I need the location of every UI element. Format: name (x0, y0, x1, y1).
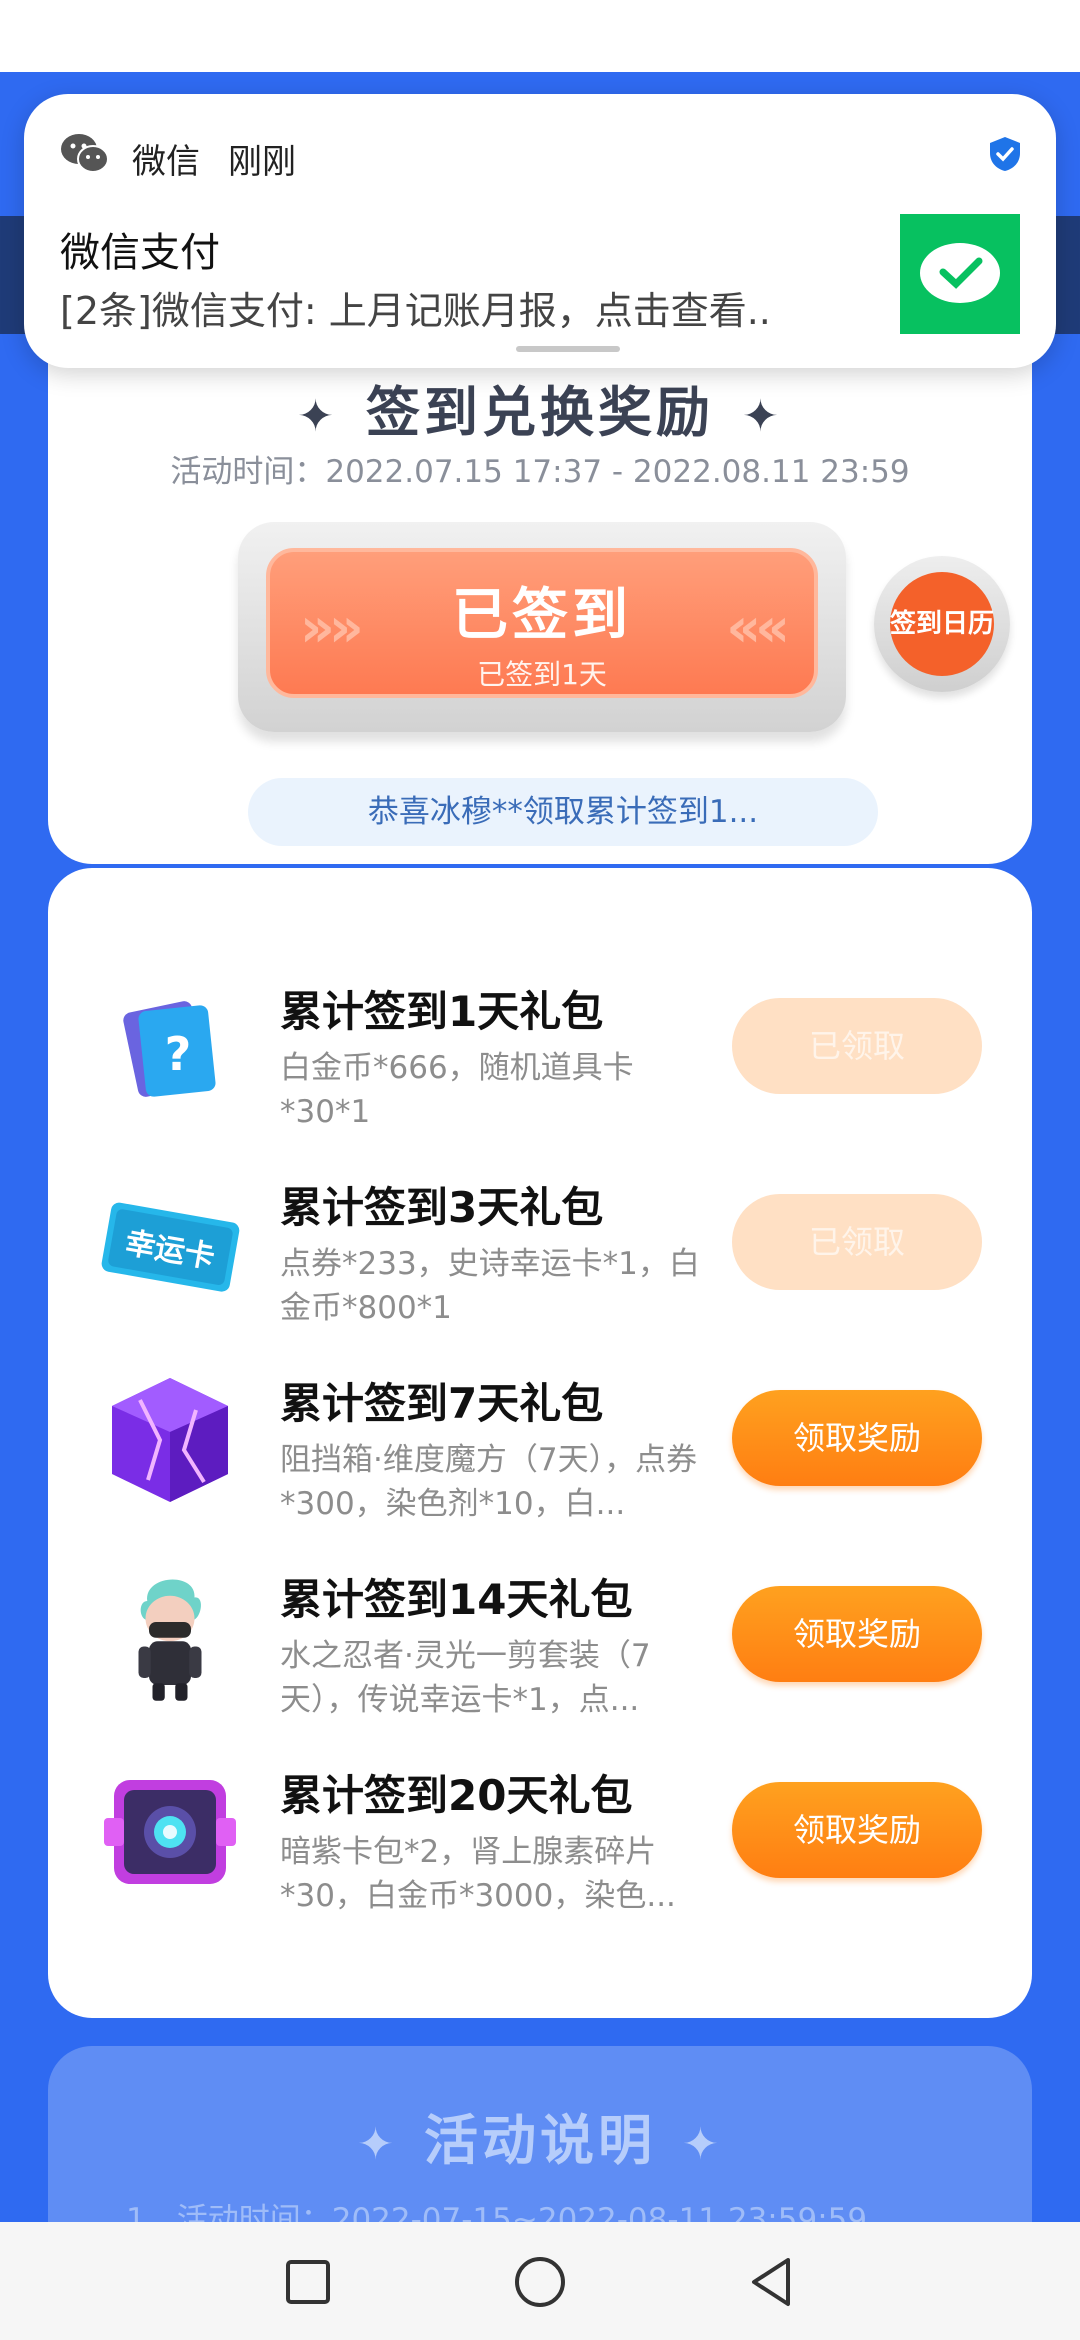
recents-square-icon[interactable] (278, 2252, 338, 2312)
claim-reward-button[interactable]: 领取奖励 (732, 1782, 982, 1878)
sparkle-icon: ✦ (297, 390, 338, 442)
signed-days-label: 已签到1天 (477, 658, 607, 691)
wechat-pay-check-icon (920, 243, 1000, 303)
svg-text:?: ? (165, 1027, 192, 1081)
sparkle-icon: ✦ (357, 2118, 398, 2170)
signin-calendar-label: 签到 日历 (890, 572, 994, 676)
reward-item-3day: 幸运卡 累计签到3天礼包 点券*233，史诗幸运卡*1，白金币*800*1 已领… (48, 1174, 1032, 1364)
question-card-icon: ? (123, 1001, 216, 1097)
reward-desc: 水之忍者·灵光一剪套装（7天），传说幸运卡*1，点... (280, 1638, 651, 1718)
wechat-notification[interactable]: 微信 刚刚 微信支付 [2条]微信支付: 上月记账月报，点击查看.. (24, 94, 1056, 368)
reward-name: 累计签到20天礼包 (280, 1771, 633, 1820)
reward-name: 累计签到3天礼包 (280, 1183, 604, 1232)
reward-item-20day: 累计签到20天礼包 暗紫卡包*2，肾上腺素碎片*30，白金币*3000，染色..… (48, 1762, 1032, 1952)
reward-claimed-button[interactable]: 已领取 (732, 998, 982, 1094)
notification-title: 微信支付 (60, 230, 220, 276)
home-circle-icon[interactable] (510, 2252, 570, 2312)
reward-name: 累计签到1天礼包 (280, 987, 604, 1036)
signin-panel: ✦ 签到兑换奖励 ✦ 活动时间：2022.07.15 17:37 - 2022.08… (48, 340, 1032, 864)
signed-in-button[interactable]: »» «« 已签到 已签到1天 (238, 522, 846, 732)
reward-item-14day: 累计签到14天礼包 水之忍者·灵光一剪套装（7天），传说幸运卡*1，点... 领… (48, 1566, 1032, 1756)
signed-in-button-face[interactable]: »» «« 已签到 已签到1天 (266, 548, 818, 698)
system-navigation-bar (0, 2222, 1080, 2340)
claim-reward-button[interactable]: 领取奖励 (732, 1586, 982, 1682)
notification-body: [2条]微信支付: 上月记账月报，点击查看.. (60, 289, 771, 333)
purple-cube-icon (112, 1378, 228, 1502)
signin-calendar-button[interactable]: 签到 日历 (874, 556, 1010, 692)
claim-reward-button[interactable]: 领取奖励 (732, 1390, 982, 1486)
reward-item-7day: 累计签到7天礼包 阻挡箱·维度魔方（7天），点券*300，染色剂*10，白...… (48, 1370, 1032, 1560)
activity-period: 活动时间：2022.07.15 17:37 - 2022.08.11 23:59 (170, 454, 910, 490)
wechat-icon (61, 134, 109, 173)
back-triangle-icon[interactable] (742, 2252, 802, 2312)
reward-name: 累计签到7天礼包 (280, 1379, 604, 1428)
rewards-panel: ? 累计签到1天礼包 白金币*666，随机道具卡*30*1 已领取 幸运卡 累计… (48, 868, 1032, 2018)
reward-desc: 点券*233，史诗幸运卡*1，白金币*800*1 (280, 1246, 700, 1326)
reward-claimed-button[interactable]: 已领取 (732, 1194, 982, 1290)
ninja-character-icon (138, 1579, 202, 1701)
reward-item-1day: ? 累计签到1天礼包 白金币*666，随机道具卡*30*1 已领取 (48, 978, 1032, 1168)
signin-heading: ✦ 签到兑换奖励 ✦ (297, 381, 783, 444)
purple-card-pack-icon (104, 1780, 236, 1884)
status-bar (0, 0, 1080, 72)
lucky-card-icon: 幸运卡 (101, 1202, 240, 1292)
chevron-left-icon: «« (726, 596, 790, 659)
sparkle-icon: ✦ (742, 390, 783, 442)
notification-time: 刚刚 (228, 142, 296, 182)
claim-ticker: 恭喜冰穆**领取累计签到1... (248, 778, 878, 846)
wechat-pay-thumbnail (900, 214, 1020, 334)
verified-shield-icon (990, 137, 1020, 171)
reward-desc: 暗紫卡包*2，肾上腺素碎片*30，白金币*3000，染色... (280, 1834, 676, 1914)
reward-desc: 白金币*666，随机道具卡*30*1 (280, 1050, 634, 1130)
sparkle-icon: ✦ (682, 2118, 723, 2170)
notification-app-name: 微信 (132, 142, 200, 182)
reward-desc: 阻挡箱·维度魔方（7天），点券*300，染色剂*10，白... (280, 1442, 698, 1522)
notification-grab-handle[interactable] (516, 346, 620, 352)
reward-name: 累计签到14天礼包 (280, 1575, 633, 1624)
chevron-right-icon: »» (300, 596, 364, 659)
notes-heading: ✦ 活动说明 ✦ (357, 2109, 723, 2172)
